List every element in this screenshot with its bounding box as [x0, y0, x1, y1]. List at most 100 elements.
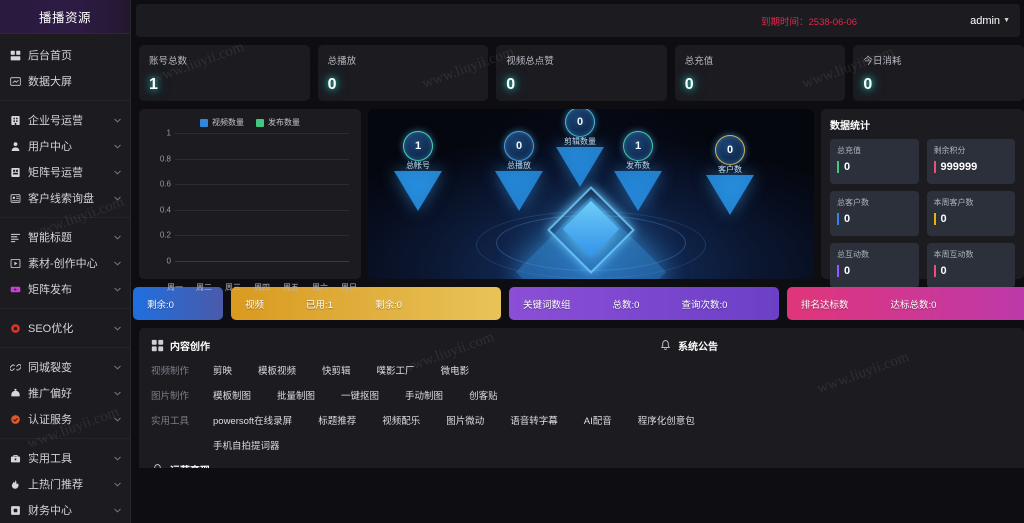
chart-x-tick: 周四: [254, 282, 270, 293]
viz-node-pyramid: [706, 175, 754, 215]
content-chip[interactable]: 模板制图: [213, 388, 251, 402]
content-chip[interactable]: 图片微动: [446, 413, 484, 427]
chevron-down-icon[interactable]: [113, 194, 122, 203]
material-icon: [9, 257, 22, 270]
sidebar-item-1-0[interactable]: 企业号运营: [0, 107, 130, 133]
statistic-value: 999999: [934, 161, 1009, 173]
chevron-down-icon[interactable]: [113, 116, 122, 125]
content-chip[interactable]: 创客贴: [469, 388, 498, 402]
chevron-down-icon: ▼: [1003, 17, 1010, 24]
chevron-down-icon[interactable]: [113, 285, 122, 294]
matrix-icon: [9, 166, 22, 179]
chart-x-tick: 周日: [341, 282, 357, 293]
sidebar-item-4-2[interactable]: 认证服务: [0, 406, 130, 432]
quota-bar-name: 排名达标数: [801, 297, 849, 311]
chevron-down-icon[interactable]: [113, 168, 122, 177]
sidebar-item-4-1[interactable]: 推广偏好: [0, 380, 130, 406]
operations-monetization-title: 运营变现: [170, 462, 210, 468]
sidebar-group: 后台首页数据大屏: [0, 40, 130, 96]
chevron-down-icon[interactable]: [113, 415, 122, 424]
chart-y-tick: 0: [147, 257, 171, 266]
quota-bar[interactable]: 排名达标数达标总数:0: [787, 287, 1024, 320]
content-chip[interactable]: 快剪辑: [322, 363, 351, 377]
content-row-label: 实用工具: [151, 413, 213, 427]
content-chip[interactable]: 标题推荐: [318, 413, 356, 427]
sidebar-item-0-1[interactable]: 数据大屏: [0, 68, 130, 94]
sidebar-item-1-2[interactable]: 矩阵号运营: [0, 159, 130, 185]
sidebar-item-label: 认证服务: [28, 411, 113, 427]
content-chip[interactable]: powersoft在线录屏: [213, 413, 292, 427]
content-chip[interactable]: 手机自拍提词器: [213, 438, 280, 452]
content-chip[interactable]: 程序化创意包: [638, 413, 695, 427]
stat-card-value: 1: [149, 77, 300, 93]
content-chip-group: 剪映 模板视频 快剪辑 噗影工厂 微电影: [213, 363, 495, 377]
sidebar-item-0-0[interactable]: 后台首页: [0, 42, 130, 68]
sidebar-item-4-0[interactable]: 同城裂变: [0, 354, 130, 380]
content-row: 实用工具powersoft在线录屏 标题推荐 视频配乐 图片微动 语音转字幕 AI配音 程序…: [151, 413, 1012, 427]
chevron-down-icon[interactable]: [113, 233, 122, 242]
chevron-down-icon[interactable]: [113, 480, 122, 489]
content-creation-header: 内容创作: [151, 338, 1012, 353]
statistic-value: 0: [837, 265, 912, 277]
sidebar-item-label: 矩阵号运营: [28, 164, 113, 180]
content-row-label: 视频制作: [151, 363, 213, 377]
content-chip[interactable]: 微电影: [441, 363, 470, 377]
viz-node-orb: 0: [504, 131, 534, 161]
sidebar-item-1-1[interactable]: 用户中心: [0, 133, 130, 159]
user-menu[interactable]: admin ▼: [970, 15, 1010, 27]
data-statistics-panel: 数据统计 总充值0剩余积分999999总客户数0本周客户数0总互动数0本周互动数…: [821, 109, 1024, 279]
sidebar: 播播资源 后台首页数据大屏企业号运营用户中心矩阵号运营客户线索询盘智能标题素材-…: [0, 0, 131, 523]
sidebar-nav[interactable]: 后台首页数据大屏企业号运营用户中心矩阵号运营客户线索询盘智能标题素材-创作中心矩…: [0, 34, 130, 523]
chevron-down-icon[interactable]: [113, 142, 122, 151]
system-announcement-header: 系统公告: [659, 338, 718, 353]
quota-bar[interactable]: 关键词数组总数:0查询次数:0: [509, 287, 779, 320]
statistic-name: 总充值: [837, 145, 912, 156]
stat-card: 总播放0: [318, 45, 489, 101]
legend-swatch: [256, 119, 264, 127]
sidebar-item-label: 数据大屏: [28, 73, 122, 89]
legend-item[interactable]: 发布数量: [256, 117, 300, 128]
content-row-extra: 手机自拍提词器: [213, 438, 1012, 452]
viz-node-orb: 0: [565, 109, 595, 137]
chevron-down-icon[interactable]: [113, 454, 122, 463]
sidebar-item-1-3[interactable]: 客户线索询盘: [0, 185, 130, 211]
sidebar-item-2-2[interactable]: 矩阵发布: [0, 276, 130, 302]
chevron-down-icon[interactable]: [113, 324, 122, 333]
stat-card: 视频总点赞0: [496, 45, 667, 101]
sidebar-item-5-2[interactable]: 财务中心: [0, 497, 130, 523]
chart-y-tick: 1: [147, 129, 171, 138]
content-chip[interactable]: 手动制图: [405, 388, 443, 402]
content-chip[interactable]: 模板视频: [258, 363, 296, 377]
viz-node: 0客户数: [698, 135, 762, 174]
content-chip[interactable]: AI配音: [584, 413, 612, 427]
system-announcement-title: 系统公告: [678, 338, 718, 353]
sidebar-item-2-0[interactable]: 智能标题: [0, 224, 130, 250]
chevron-down-icon[interactable]: [113, 259, 122, 268]
chart-x-tick: 周五: [283, 282, 299, 293]
viz-node: 0剪辑数量: [548, 109, 612, 146]
chevron-down-icon[interactable]: [113, 363, 122, 372]
stat-card: 总充值0: [675, 45, 846, 101]
sidebar-item-2-1[interactable]: 素材-创作中心: [0, 250, 130, 276]
statistic-value: 0: [934, 213, 1009, 225]
content-chip[interactable]: 剪映: [213, 363, 232, 377]
statistic-value: 0: [837, 161, 912, 173]
sidebar-item-5-1[interactable]: 上热门推荐: [0, 471, 130, 497]
chart-x-tick: 周一: [167, 282, 183, 293]
legend-item[interactable]: 视频数量: [200, 117, 244, 128]
content-chip[interactable]: 噗影工厂: [377, 363, 415, 377]
chevron-down-icon[interactable]: [113, 506, 122, 515]
content-chip[interactable]: 一键抠图: [341, 388, 379, 402]
user-icon: [9, 140, 22, 153]
content-chip[interactable]: 视频配乐: [382, 413, 420, 427]
chart-legend[interactable]: 视频数量 发布数量: [147, 117, 353, 128]
sidebar-item-5-0[interactable]: 实用工具: [0, 445, 130, 471]
stat-card-title: 总播放: [328, 53, 479, 67]
content-chip[interactable]: 语音转字幕: [510, 413, 558, 427]
sidebar-item-3-0[interactable]: SEO优化: [0, 315, 130, 341]
viz-node-label: 总帐号: [386, 162, 450, 170]
content-chip[interactable]: 批量制图: [277, 388, 315, 402]
chevron-down-icon[interactable]: [113, 389, 122, 398]
promo-icon: [9, 387, 22, 400]
sidebar-item-label: 矩阵发布: [28, 281, 113, 297]
